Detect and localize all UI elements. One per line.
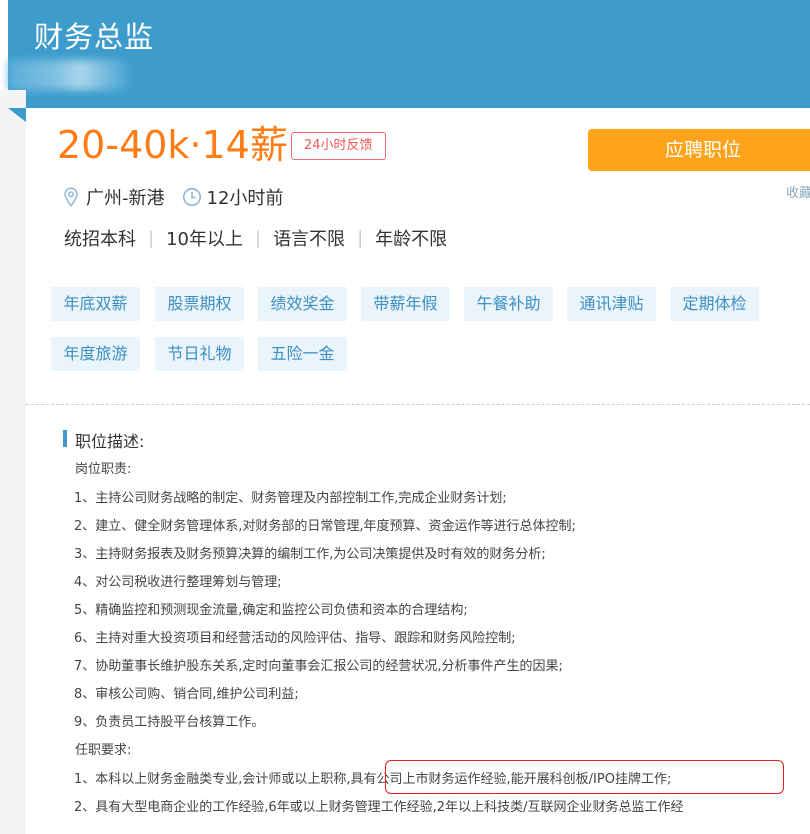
benefit-tag: 午餐补助	[464, 287, 553, 321]
duty-item: 5、精确监控和预测现金流量,确定和监控公司负债和资本的合理结构;	[74, 603, 468, 618]
highlight-annotation	[385, 760, 784, 794]
benefit-tag: 股票期权	[155, 287, 244, 321]
salary: 20-40k·14薪	[57, 123, 288, 167]
apply-button[interactable]: 应聘职位	[588, 129, 810, 171]
benefit-tag: 通讯津贴	[567, 287, 656, 321]
qualifications-heading: 任职要求:	[75, 743, 132, 758]
clock-icon	[182, 187, 201, 207]
duty-item: 4、对公司税收进行整理筹划与管理;	[74, 575, 282, 590]
req-education: 统招本科	[64, 229, 136, 250]
section-divider	[26, 404, 810, 405]
req-language: 语言不限	[273, 229, 346, 250]
duty-item: 2、建立、健全财务管理体系,对财务部的日常管理,年度预算、资金运作等进行总体控制…	[74, 519, 576, 534]
duty-item: 3、主持财务报表及财务预算决算的编制工作,为公司决策提供及时有效的财务分析;	[74, 547, 546, 562]
job-title: 财务总监	[34, 20, 155, 54]
location-pin-icon	[64, 187, 78, 207]
posted-time: 12小时前	[206, 188, 284, 209]
duty-item: 9、负责员工持股平台核算工作。	[74, 715, 265, 730]
job-header: 财务总监	[8, 0, 810, 108]
location-text: 广州-新港	[86, 188, 165, 209]
section-accent-bar	[63, 430, 67, 447]
divider: |	[357, 227, 364, 249]
qualification-item: 2、具有大型电商企业的工作经验,6年或以上财务管理工作经验,2年以上科技类/互联…	[74, 800, 684, 815]
benefit-tag: 五险一金	[258, 337, 347, 371]
req-age: 年龄不限	[375, 229, 448, 250]
feedback-badge: 24小时反馈	[291, 132, 386, 160]
duties-heading: 岗位职责:	[75, 462, 132, 477]
blurred-company-name	[8, 60, 128, 90]
divider: |	[148, 227, 155, 249]
benefit-tag: 年底双薪	[51, 287, 140, 321]
duty-item: 6、主持对重大投资项目和经营活动的风险评估、指导、跟踪和财务风险控制;	[74, 631, 516, 646]
header-ribbon-notch	[8, 108, 26, 122]
duty-item: 7、协助董事长维护股东关系,定时向董事会汇报公司的经营状况,分析事件产生的因果;	[74, 659, 563, 674]
benefit-tag: 定期体检	[670, 287, 759, 321]
benefit-tag: 带薪年假	[361, 287, 450, 321]
job-card: 20-40k·14薪 24小时反馈 应聘职位 收藏 广州-新港 12小时前 统招…	[26, 108, 810, 834]
divider: |	[254, 227, 262, 249]
meta-row: 广州-新港 12小时前	[60, 184, 283, 210]
benefit-tag: 年度旅游	[51, 337, 140, 371]
benefit-tag: 绩效奖金	[258, 287, 347, 321]
favorite-link[interactable]: 收藏	[786, 182, 810, 201]
requirements-row: 统招本科 | 10年以上 | 语言不限 | 年龄不限	[64, 225, 447, 251]
benefit-tag: 节日礼物	[155, 337, 244, 371]
duty-item: 8、审核公司购、销合同,维护公司利益;	[74, 687, 299, 702]
section-title: 职位描述:	[75, 432, 145, 451]
req-experience: 10年以上	[166, 229, 243, 250]
duty-item: 1、主持公司财务战略的制定、财务管理及内部控制工作,完成企业财务计划;	[74, 491, 507, 506]
left-strip	[0, 90, 26, 834]
